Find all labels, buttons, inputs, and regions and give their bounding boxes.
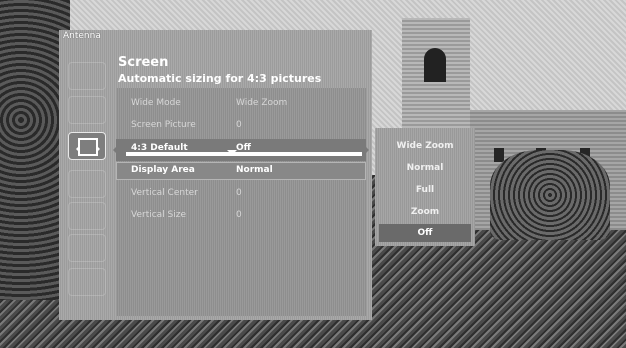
setting-label: Screen Picture <box>131 120 196 130</box>
setting-label: 4:3 Default <box>131 143 188 153</box>
setting-label: Vertical Center <box>131 188 198 198</box>
setting-row-4-3-default[interactable]: 4:3 Default Off <box>131 143 251 153</box>
setting-value: 0 <box>236 210 242 220</box>
setting-value: Wide Zoom <box>236 98 288 108</box>
channel-icon[interactable] <box>68 170 106 198</box>
setting-row-display-area[interactable]: Display Area Normal <box>131 165 273 175</box>
setting-row-vertical-center[interactable]: Vertical Center 0 <box>131 188 242 198</box>
setting-value: Normal <box>236 165 273 175</box>
sound-icon[interactable] <box>68 96 106 124</box>
setting-row-vertical-size[interactable]: Vertical Size 0 <box>131 210 242 220</box>
option-off[interactable]: Off <box>379 224 471 242</box>
picture-icon[interactable] <box>68 62 106 90</box>
right-arrow-icon[interactable] <box>362 143 376 157</box>
setting-label: Display Area <box>131 165 195 175</box>
option-wide-zoom[interactable]: Wide Zoom <box>375 141 475 151</box>
extras-icon[interactable] <box>68 268 106 296</box>
setting-value: 0 <box>236 120 242 130</box>
page-subtitle: Automatic sizing for 4:3 pictures <box>118 72 322 85</box>
setting-row-wide-mode[interactable]: Wide Mode Wide Zoom <box>131 98 287 108</box>
option-full[interactable]: Full <box>375 185 475 195</box>
setup-icon[interactable] <box>68 202 106 230</box>
setting-value: Off <box>236 143 251 153</box>
setting-label: Wide Mode <box>131 98 181 108</box>
setting-row-screen-picture[interactable]: Screen Picture 0 <box>131 120 242 130</box>
option-normal[interactable]: Normal <box>375 163 475 173</box>
left-arrow-icon[interactable] <box>106 143 120 157</box>
option-popup: Wide Zoom Normal Full Zoom Off <box>375 128 475 246</box>
parental-icon[interactable] <box>68 234 106 262</box>
screen-icon[interactable] <box>68 132 106 160</box>
setting-value: 0 <box>236 188 242 198</box>
setting-label: Vertical Size <box>131 210 187 220</box>
page-title: Screen <box>118 55 169 70</box>
input-source-label: Antenna <box>63 31 101 41</box>
tree-right <box>490 150 610 240</box>
option-zoom[interactable]: Zoom <box>375 207 475 217</box>
